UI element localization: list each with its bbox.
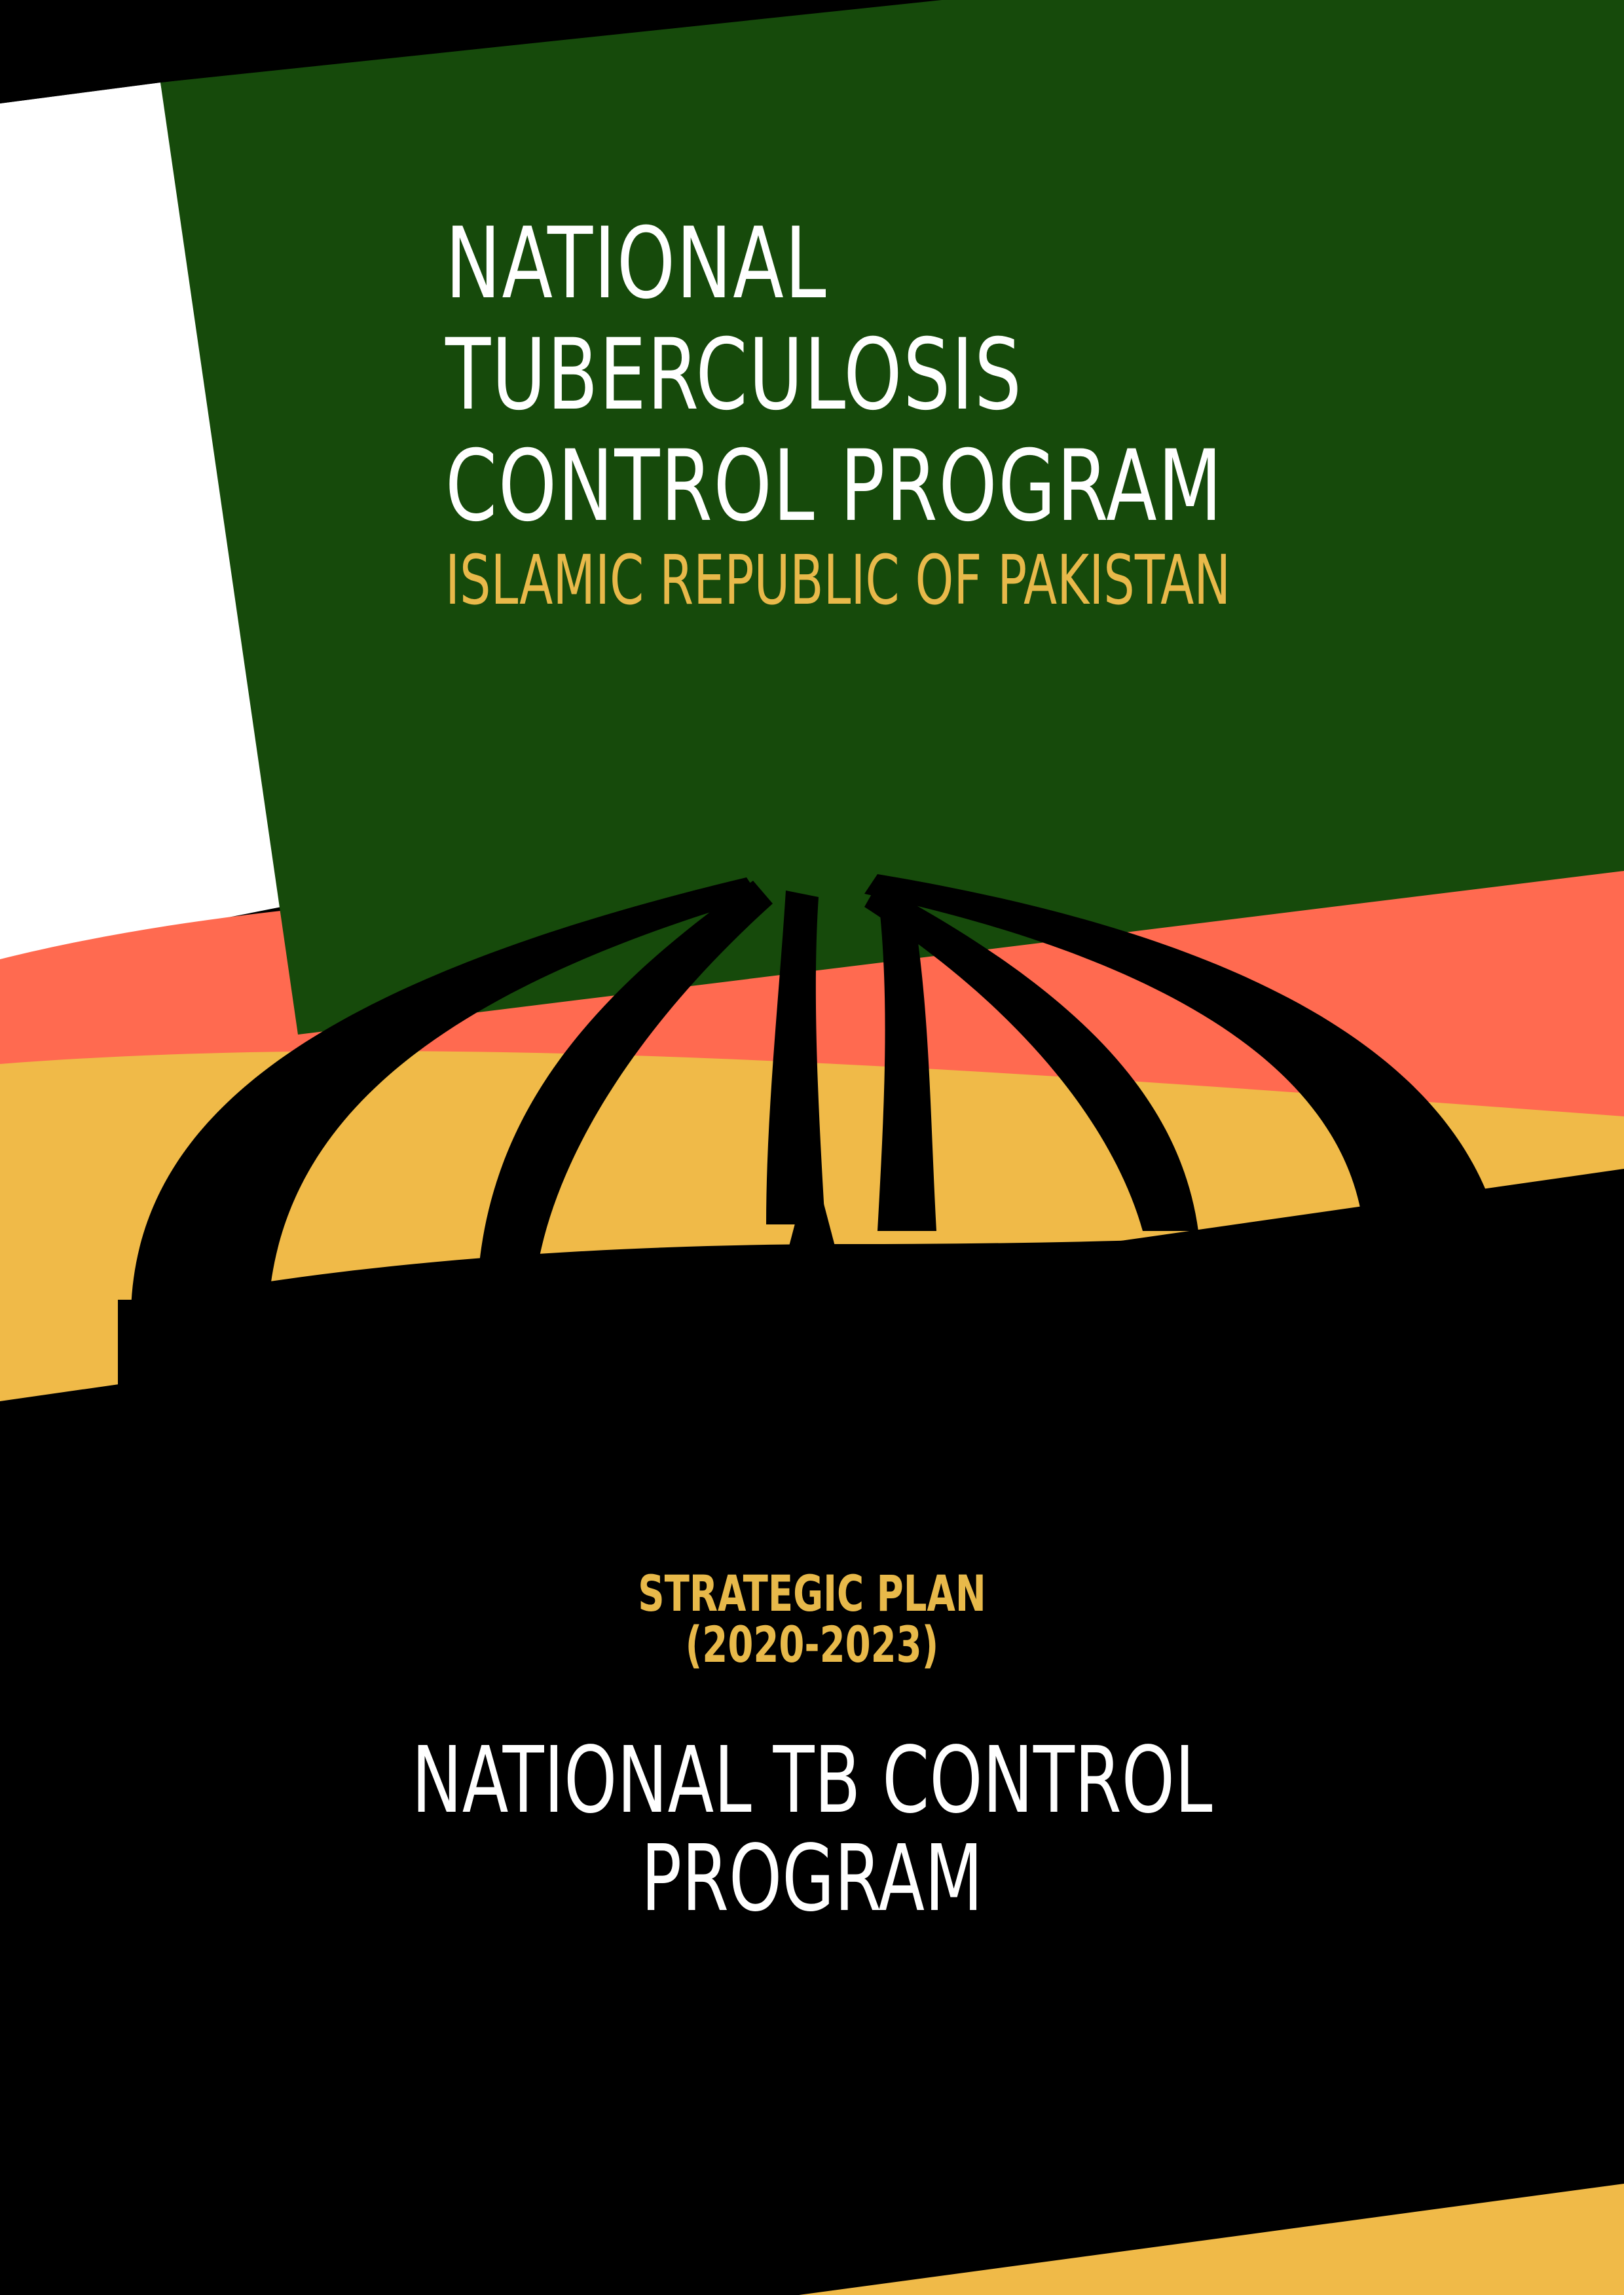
title-line-2: TUBERCULOSIS [445, 318, 1023, 432]
program-block: NATIONAL TB CONTROL PROGRAM [0, 1732, 1624, 1928]
subtitle: ISLAMIC REPUBLIC OF PAKISTAN [445, 540, 1231, 620]
title-line-3: CONTROL PROGRAM [445, 430, 1223, 543]
plan-line-2: (2020-2023) [685, 1615, 939, 1674]
program-line-2: PROGRAM [640, 1826, 984, 1932]
plan-line-1: STRATEGIC PLAN [638, 1564, 986, 1623]
cover-page: NATIONAL TUBERCULOSIS CONTROL PROGRAM IS… [0, 0, 1624, 2295]
title-line-1: NATIONAL [445, 207, 828, 321]
plan-block: STRATEGIC PLAN (2020-2023) [0, 1568, 1624, 1670]
title-block: NATIONAL TUBERCULOSIS CONTROL PROGRAM IS… [445, 208, 1297, 618]
program-line-1: NATIONAL TB CONTROL [411, 1727, 1213, 1834]
